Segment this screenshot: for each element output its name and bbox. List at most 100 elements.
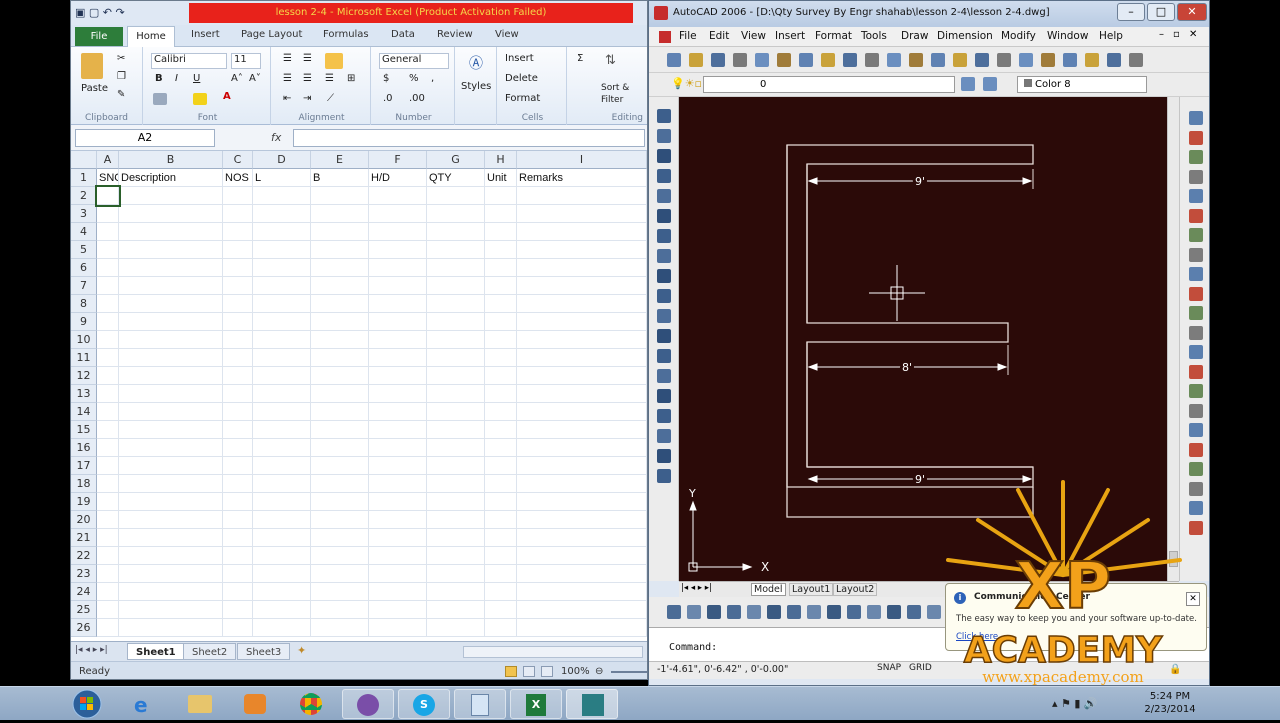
taskbar-media-player[interactable] — [230, 689, 282, 719]
cell-e7[interactable] — [311, 277, 369, 295]
tab-sheet2[interactable]: Sheet2 — [183, 643, 237, 660]
cell-c3[interactable] — [223, 205, 253, 223]
autosum-icon[interactable]: Σ — [577, 53, 583, 64]
cell-c11[interactable] — [223, 349, 253, 367]
maximize-button[interactable]: □ — [1147, 3, 1175, 21]
cell-h13[interactable] — [485, 385, 517, 403]
cell-b5[interactable] — [119, 241, 223, 259]
cell-b25[interactable] — [119, 601, 223, 619]
cell-e2[interactable] — [311, 187, 369, 205]
cell-h25[interactable] — [485, 601, 517, 619]
properties-icon[interactable] — [1019, 53, 1033, 67]
cell-h26[interactable] — [485, 619, 517, 637]
cell-d19[interactable] — [253, 493, 311, 511]
row-header[interactable]: 26 — [71, 619, 97, 637]
cell-i13[interactable] — [517, 385, 647, 403]
cell-b15[interactable] — [119, 421, 223, 439]
sort-filter-icon[interactable]: ⇅ — [605, 53, 616, 68]
cell-a14[interactable] — [97, 403, 119, 421]
ellipse-icon[interactable] — [657, 289, 671, 303]
borders-icon[interactable] — [153, 93, 167, 105]
cut-icon[interactable]: ✂ — [117, 53, 125, 64]
row-header[interactable]: 8 — [71, 295, 97, 313]
cell-a22[interactable] — [97, 547, 119, 565]
cell-a26[interactable] — [97, 619, 119, 637]
copy-icon[interactable] — [821, 53, 835, 67]
cell-f11[interactable] — [369, 349, 427, 367]
cell-d22[interactable] — [253, 547, 311, 565]
multiline-text-icon[interactable] — [657, 469, 671, 483]
cell-g17[interactable] — [427, 457, 485, 475]
balloon-close-button[interactable]: ✕ — [1186, 592, 1200, 606]
mirror-icon[interactable] — [1189, 150, 1203, 164]
cell-c5[interactable] — [223, 241, 253, 259]
grow-font-icon[interactable]: A˄ — [231, 73, 243, 84]
command-prompt[interactable]: Command: — [669, 642, 717, 653]
cell-b8[interactable] — [119, 295, 223, 313]
chamfer-icon[interactable] — [1189, 384, 1203, 398]
menu-modify[interactable]: Modify — [1001, 30, 1036, 42]
layout-nav-icons[interactable]: |◂ ◂ ▸ ▸| — [681, 583, 712, 593]
fx-icon[interactable]: fx — [271, 131, 281, 144]
cell-c8[interactable] — [223, 295, 253, 313]
format-painter-icon[interactable]: ✎ — [117, 89, 125, 100]
cell-c12[interactable] — [223, 367, 253, 385]
column-header-f[interactable]: F — [369, 151, 427, 169]
cell-g22[interactable] — [427, 547, 485, 565]
cell-c16[interactable] — [223, 439, 253, 457]
cell-h2[interactable] — [485, 187, 517, 205]
shrink-font-icon[interactable]: A˅ — [249, 73, 261, 84]
currency-icon[interactable]: $ — [383, 73, 389, 84]
draw-order-back-icon[interactable] — [1189, 462, 1203, 476]
cell-c10[interactable] — [223, 331, 253, 349]
cell-g26[interactable] — [427, 619, 485, 637]
close-button[interactable]: ✕ — [1177, 3, 1207, 21]
cell-g23[interactable] — [427, 565, 485, 583]
polyline-icon[interactable] — [657, 149, 671, 163]
column-header-e[interactable]: E — [311, 151, 369, 169]
cell-f6[interactable] — [369, 259, 427, 277]
cell-d12[interactable] — [253, 367, 311, 385]
cell-g5[interactable] — [427, 241, 485, 259]
cell-c18[interactable] — [223, 475, 253, 493]
match-properties-icon[interactable] — [865, 53, 879, 67]
cell-a13[interactable] — [97, 385, 119, 403]
cell-g20[interactable] — [427, 511, 485, 529]
cell-i16[interactable] — [517, 439, 647, 457]
percent-icon[interactable]: % — [409, 73, 419, 84]
cell-b9[interactable] — [119, 313, 223, 331]
cell-d17[interactable] — [253, 457, 311, 475]
cell-g16[interactable] — [427, 439, 485, 457]
row-header[interactable]: 6 — [71, 259, 97, 277]
column-header-g[interactable]: G — [427, 151, 485, 169]
cell-g8[interactable] — [427, 295, 485, 313]
scale-icon[interactable] — [1189, 247, 1203, 262]
cell-g13[interactable] — [427, 385, 485, 403]
cell-f8[interactable] — [369, 295, 427, 313]
cell-c22[interactable] — [223, 547, 253, 565]
cell-g3[interactable] — [427, 205, 485, 223]
row-header[interactable]: 23 — [71, 565, 97, 583]
cell-d6[interactable] — [253, 259, 311, 277]
redo-icon[interactable] — [909, 53, 923, 67]
open-icon[interactable] — [689, 53, 703, 67]
color-select[interactable]: Color 8 — [1017, 76, 1147, 93]
cell-a16[interactable] — [97, 439, 119, 457]
cell-f4[interactable] — [369, 223, 427, 241]
aligned-dimension-icon[interactable] — [687, 605, 701, 619]
design-center-icon[interactable] — [1041, 53, 1055, 67]
cell-i4[interactable] — [517, 223, 647, 241]
menu-window[interactable]: Window — [1047, 30, 1088, 42]
cell-f5[interactable] — [369, 241, 427, 259]
cell-i1[interactable]: Remarks — [517, 169, 647, 187]
cell-a2[interactable] — [95, 185, 121, 207]
cell-h16[interactable] — [485, 439, 517, 457]
cell-e5[interactable] — [311, 241, 369, 259]
cell-c15[interactable] — [223, 421, 253, 439]
cut-icon[interactable] — [799, 53, 813, 67]
row-header[interactable]: 15 — [71, 421, 97, 439]
align-right-icon[interactable]: ☰ — [325, 73, 334, 84]
cell-f23[interactable] — [369, 565, 427, 583]
cell-b2[interactable] — [119, 187, 223, 205]
stretch-icon[interactable] — [1189, 267, 1203, 281]
